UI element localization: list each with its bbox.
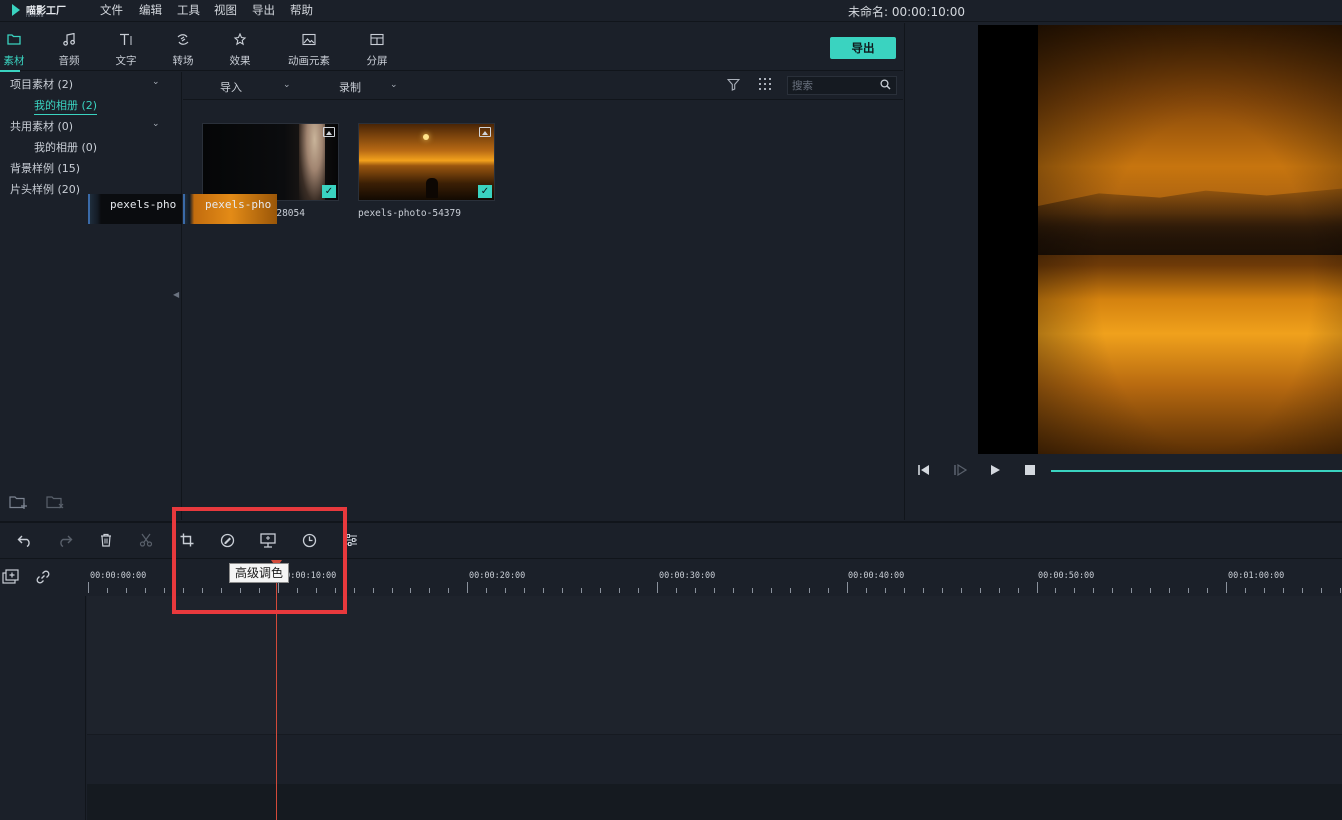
record-button[interactable]: 录制 <box>339 79 361 95</box>
chevron-down-icon[interactable]: ⌄ <box>152 119 160 129</box>
menu-file[interactable]: 文件 <box>100 2 123 18</box>
chevron-down-icon[interactable]: ⌄ <box>390 80 398 90</box>
tab-elements-label: 动画元素 <box>288 55 330 67</box>
menu-edit[interactable]: 编辑 <box>139 2 162 18</box>
step-forward-icon[interactable] <box>953 463 968 479</box>
play-icon[interactable] <box>989 464 1001 479</box>
tab-text[interactable]: 文字 <box>106 23 146 71</box>
media-library-sidebar: 项目素材 (2) ⌄ 我的相册 (2) 共用素材 (0) ⌄ 我的相册 (0) … <box>0 72 182 520</box>
checkmark-icon: ✓ <box>478 185 492 198</box>
tab-effects[interactable]: 效果 <box>220 23 260 71</box>
menu-export[interactable]: 导出 <box>252 2 275 18</box>
tooltip: 高级调色 <box>229 563 290 583</box>
delete-folder-icon[interactable] <box>46 494 66 510</box>
cut-icon[interactable] <box>139 533 153 551</box>
checkmark-icon: ✓ <box>322 185 336 198</box>
media-item-name: pexels-photo-54379 <box>358 208 461 219</box>
redo-icon[interactable] <box>57 533 73 551</box>
thumbnail-silhouette <box>426 178 438 198</box>
split-screen-icon <box>357 33 397 49</box>
media-thumbnail[interactable]: ✓ <box>202 123 339 201</box>
tab-transition-label: 转场 <box>172 55 194 67</box>
top-toolbar: 素材 音频 文字 转场 效果 动画元素 分屏 导出 <box>0 23 903 72</box>
tab-media[interactable]: 素材 <box>0 23 34 72</box>
sidebar-item-shared-album[interactable]: 我的相册 (0) <box>34 139 97 155</box>
media-toolbar: 导入 ⌄ 录制 ⌄ <box>183 72 903 100</box>
menu-tools[interactable]: 工具 <box>177 2 200 18</box>
search-input[interactable] <box>792 78 876 94</box>
thumbnail-image <box>423 134 429 140</box>
logo-mark-icon <box>12 4 20 16</box>
filter-icon[interactable] <box>726 78 741 95</box>
text-icon <box>106 33 146 49</box>
search-icon[interactable] <box>880 79 891 93</box>
delete-icon[interactable] <box>99 533 113 551</box>
add-track-icon[interactable] <box>2 569 20 589</box>
tab-media-label: 素材 <box>3 55 25 67</box>
preview-viewport[interactable] <box>978 25 1342 454</box>
sidebar-item-shared-media[interactable]: 共用素材 (0) <box>10 118 73 134</box>
clip-label: pexels-pho <box>205 198 272 211</box>
collapse-panel-icon[interactable]: ◀ <box>173 290 179 299</box>
tab-audio-label: 音频 <box>58 55 80 67</box>
tab-split-screen-label: 分屏 <box>366 55 388 67</box>
menu-help[interactable]: 帮助 <box>290 2 313 18</box>
tab-effects-label: 效果 <box>229 55 251 67</box>
stop-icon[interactable] <box>1024 464 1036 479</box>
sidebar-item-intro-samples[interactable]: 片头样例 (20) <box>10 181 80 197</box>
app-logo: 喵影工厂 filmora <box>8 2 78 20</box>
playback-progress-bar[interactable] <box>1051 470 1342 472</box>
sidebar-item-project-media[interactable]: 项目素材 (2) <box>10 76 73 92</box>
tab-transition[interactable]: 转场 <box>163 23 203 71</box>
tab-split-screen[interactable]: 分屏 <box>357 23 397 71</box>
media-grid: ✓ pexels-photo-28054 ✓ pexels-photo-5437… <box>183 101 903 520</box>
timeline-clip[interactable]: pexels-pho <box>183 194 277 224</box>
tab-audio[interactable]: 音频 <box>49 23 89 71</box>
music-note-icon <box>49 32 89 49</box>
tab-elements[interactable]: 动画元素 <box>282 23 336 71</box>
sidebar-item-background-samples[interactable]: 背景样例 (15) <box>10 160 80 176</box>
menu-bar: 喵影工厂 filmora 文件 编辑 工具 视图 导出 帮助 未命名: 00:0… <box>0 0 1342 22</box>
tab-text-label: 文字 <box>115 55 137 67</box>
step-back-icon[interactable] <box>917 464 931 479</box>
transition-icon <box>163 33 203 49</box>
chevron-down-icon[interactable]: ⌄ <box>283 80 291 90</box>
logo-subtitle: filmora <box>26 13 44 19</box>
import-button[interactable]: 导入 <box>220 79 242 95</box>
timeline-clip[interactable]: pexels-pho <box>88 194 182 224</box>
new-folder-icon[interactable] <box>9 494 29 510</box>
sidebar-item-my-album[interactable]: 我的相册 (2) <box>34 97 98 115</box>
preview-panel <box>904 23 1342 520</box>
export-button[interactable]: 导出 <box>830 37 896 59</box>
link-icon[interactable] <box>35 569 51 589</box>
track-headers <box>0 596 86 820</box>
image-type-icon <box>323 127 335 137</box>
grid-view-icon[interactable] <box>758 77 772 91</box>
folder-icon <box>0 33 34 49</box>
clip-label: pexels-pho <box>110 198 177 211</box>
preview-image <box>1038 25 1342 454</box>
document-title: 未命名: 00:00:10:00 <box>848 5 966 19</box>
media-thumbnail[interactable]: ✓ <box>358 123 495 201</box>
search-box <box>787 76 897 95</box>
menu-view[interactable]: 视图 <box>214 2 237 18</box>
image-icon <box>282 33 336 49</box>
annotation-highlight-box <box>172 507 347 614</box>
preview-vignette <box>1038 25 1342 454</box>
chevron-down-icon[interactable]: ⌄ <box>152 77 160 87</box>
effects-icon <box>220 32 260 49</box>
image-type-icon <box>479 127 491 137</box>
undo-icon[interactable] <box>17 533 33 551</box>
